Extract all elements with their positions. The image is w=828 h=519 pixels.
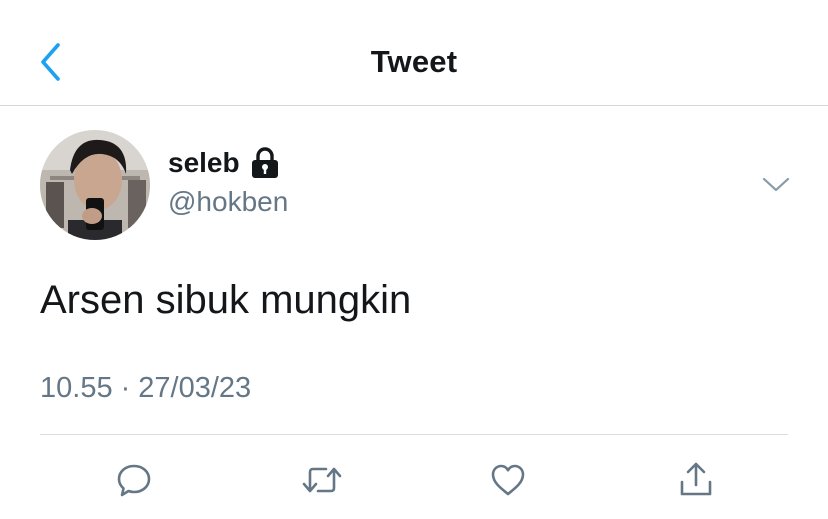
tweet-menu-button[interactable]: [758, 170, 794, 200]
tweet-time: 10.55: [40, 372, 113, 404]
timestamp-separator: ·: [120, 372, 131, 404]
share-icon: [680, 462, 712, 496]
like-button[interactable]: [480, 452, 536, 508]
avatar[interactable]: [40, 130, 150, 240]
display-name[interactable]: seleb: [168, 147, 240, 179]
top-nav-bar: Tweet: [0, 0, 828, 106]
page-title: Tweet: [370, 44, 458, 79]
heart-icon: [491, 464, 525, 496]
tweet-timestamp[interactable]: 10.55 · 27/03/23: [40, 372, 251, 405]
chevron-down-icon: [762, 177, 790, 192]
user-handle[interactable]: @hokben: [168, 186, 288, 218]
comment-icon: [117, 464, 151, 497]
divider: [40, 434, 788, 435]
tweet-actions-bar: [0, 452, 828, 508]
retweet-button[interactable]: [294, 452, 350, 508]
reply-button[interactable]: [106, 452, 162, 508]
avatar-photo: [40, 130, 150, 240]
retweet-icon: [302, 467, 342, 493]
share-button[interactable]: [668, 452, 724, 508]
tweet-text: Arsen sibuk mungkin: [40, 278, 412, 322]
tweet-date: 27/03/23: [138, 372, 252, 404]
author-name-row: seleb: [168, 146, 280, 180]
lock-icon: [251, 147, 278, 178]
